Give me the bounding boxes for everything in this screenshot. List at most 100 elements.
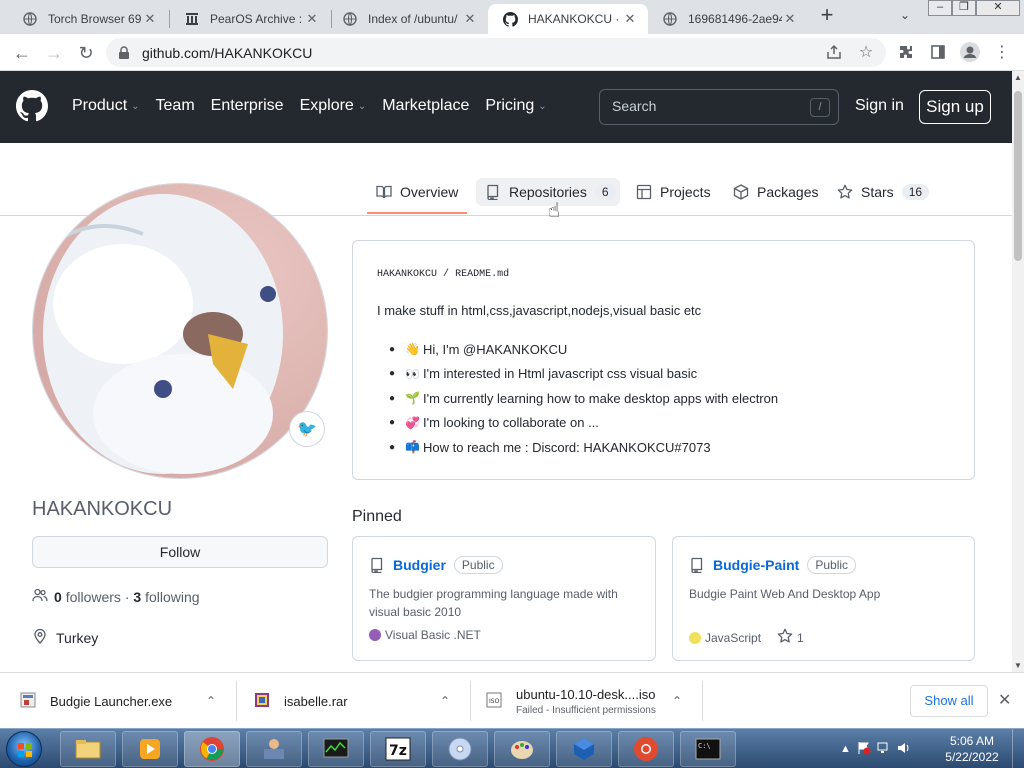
browser-tab-active[interactable]: HAKANKOKCU · G ✕	[488, 4, 648, 34]
nav-team[interactable]: Team	[156, 97, 195, 115]
cd-icon[interactable]	[432, 731, 488, 767]
forward-button[interactable]: →	[42, 41, 66, 65]
location-text: Turkey	[56, 629, 99, 646]
mouse-cursor-icon: ☝	[548, 200, 561, 222]
new-tab-button[interactable]: +	[816, 4, 838, 27]
nav-pricing[interactable]: Pricing ⌄	[485, 97, 546, 115]
nav-marketplace[interactable]: Marketplace	[382, 97, 469, 115]
github-logo-icon[interactable]	[16, 90, 49, 122]
network-user-icon[interactable]	[246, 731, 302, 767]
repo-description: The budgier programming language made wi…	[369, 587, 618, 619]
start-button[interactable]	[6, 731, 42, 767]
profile-avatar-icon[interactable]	[960, 42, 980, 62]
url-text: github.com/HAKANKOKCU	[142, 44, 313, 61]
paint-icon[interactable]	[494, 731, 550, 767]
star-icon[interactable]	[777, 628, 793, 647]
nav-enterprise[interactable]: Enterprise	[211, 97, 284, 115]
repo-name-link[interactable]: Budgier	[393, 557, 446, 573]
explorer-icon[interactable]	[60, 731, 116, 767]
address-bar[interactable]: github.com/HAKANKOKCU	[106, 38, 886, 67]
status-emoji-badge[interactable]: 🐦	[289, 411, 325, 447]
download-item[interactable]: isabelle.rar ⌃	[254, 673, 464, 729]
active-tab-indicator	[367, 212, 467, 214]
chrome-canary-icon[interactable]	[618, 731, 674, 767]
restore-button[interactable]: ❐	[952, 0, 976, 16]
reload-button[interactable]: ↻	[74, 41, 98, 65]
sign-up-button[interactable]: Sign up	[919, 90, 991, 124]
close-icon[interactable]: ✕	[622, 11, 638, 27]
tab-packages[interactable]: Packages	[733, 180, 818, 204]
followers-link[interactable]: followers	[66, 589, 121, 605]
following-link[interactable]: following	[145, 589, 199, 605]
close-icon[interactable]: ✕	[998, 690, 1011, 710]
browser-tab[interactable]: Torch Browser 69. ✕	[8, 4, 168, 34]
follow-button[interactable]: Follow	[32, 536, 328, 568]
scroll-up-icon[interactable]: ▲	[1014, 73, 1022, 82]
tray-expand-icon[interactable]: ▲	[840, 743, 851, 755]
close-window-button[interactable]: ✕	[976, 0, 1020, 16]
tab-overview[interactable]: Overview	[376, 180, 458, 204]
nav-product[interactable]: Product ⌄	[72, 97, 140, 115]
repositories-count: 6	[594, 184, 616, 200]
browser-tab[interactable]: PearOS Archive : F ✕	[170, 4, 330, 34]
cmd-icon[interactable]: C:\	[680, 731, 736, 767]
search-input[interactable]: Search /	[599, 89, 839, 125]
readme-owner-link[interactable]: HAKANKOKCU	[377, 269, 437, 280]
share-icon[interactable]	[824, 42, 844, 62]
avatar[interactable]	[32, 183, 328, 479]
menu-kebab-icon[interactable]: ⋮	[992, 42, 1012, 62]
tab-label: Packages	[757, 184, 819, 200]
close-icon[interactable]: ✕	[304, 11, 320, 27]
nav-label: Product	[72, 97, 128, 114]
browser-tab[interactable]: 169681496-2ae94 ✕	[648, 4, 808, 34]
7zip-icon[interactable]: 7z	[370, 731, 426, 767]
iso-file-icon: ISO	[486, 692, 504, 710]
chrome-icon[interactable]	[184, 731, 240, 767]
close-icon[interactable]: ✕	[462, 11, 478, 27]
extensions-icon[interactable]	[896, 42, 916, 62]
chevron-up-icon[interactable]: ⌃	[206, 694, 216, 708]
tab-stars[interactable]: Stars 16	[837, 180, 930, 204]
download-filename: isabelle.rar	[284, 693, 348, 709]
package-icon	[733, 184, 749, 200]
chevron-up-icon[interactable]: ⌃	[672, 694, 682, 708]
side-panel-icon[interactable]	[928, 42, 948, 62]
scroll-down-icon[interactable]: ▼	[1014, 661, 1022, 670]
show-desktop-button[interactable]	[1012, 729, 1024, 768]
media-player-icon[interactable]	[122, 731, 178, 767]
action-center-flag-icon[interactable]	[857, 741, 871, 758]
tab-title: Index of /ubuntu/	[368, 12, 458, 26]
tab-projects[interactable]: Projects	[636, 180, 711, 204]
mailbox-icon: 📫	[405, 440, 420, 455]
following-count[interactable]: 3	[133, 589, 141, 605]
list-item-text: I'm looking to collaborate on ...	[423, 415, 599, 431]
repo-name-link[interactable]: Budgie-Paint	[713, 557, 799, 573]
chevron-down-icon: ⌄	[538, 100, 547, 112]
browser-tab[interactable]: Index of /ubuntu/ ✕	[328, 4, 488, 34]
virtualbox-icon[interactable]	[556, 731, 612, 767]
globe-icon	[342, 11, 358, 27]
chevron-down-icon[interactable]: ⌄	[896, 8, 914, 26]
repo-stars-count[interactable]: 1	[797, 631, 804, 645]
nav-explore[interactable]: Explore ⌄	[300, 97, 367, 115]
close-icon[interactable]: ✕	[782, 11, 798, 27]
scrollbar-thumb[interactable]	[1014, 91, 1022, 261]
download-item[interactable]: Budgie Launcher.exe ⌃	[20, 673, 230, 729]
task-manager-icon[interactable]	[308, 731, 364, 767]
back-button[interactable]: ←	[10, 41, 34, 65]
readme-file-link[interactable]: README.md	[455, 269, 509, 280]
network-icon[interactable]	[877, 741, 891, 758]
followers-count[interactable]: 0	[54, 589, 62, 605]
chevron-up-icon[interactable]: ⌃	[440, 694, 450, 708]
volume-icon[interactable]	[897, 741, 911, 758]
star-icon[interactable]: ☆	[856, 42, 876, 62]
download-item[interactable]: ISO ubuntu-10.10-desk....iso Failed - In…	[486, 673, 701, 729]
sign-in-link[interactable]: Sign in	[855, 97, 904, 115]
system-clock[interactable]: 5:06 AM 5/22/2022	[940, 733, 1004, 765]
minimize-button[interactable]: –	[928, 0, 952, 16]
browser-toolbar: ← → ↻ github.com/HAKANKOKCU ☆ ⋮	[0, 34, 1024, 71]
close-icon[interactable]: ✕	[142, 11, 158, 27]
page-scrollbar[interactable]: ▲ ▼	[1012, 71, 1024, 672]
show-all-button[interactable]: Show all	[910, 685, 988, 717]
divider	[236, 681, 237, 721]
